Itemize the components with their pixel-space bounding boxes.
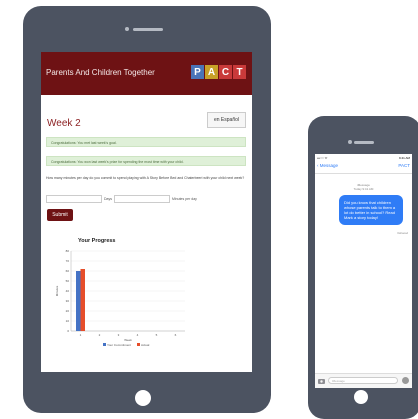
page-title: Week 2 bbox=[47, 118, 81, 129]
home-button[interactable] bbox=[135, 390, 151, 406]
status-time: 9:41 AM bbox=[398, 156, 410, 160]
message-bubble: Did you know that children whose parents… bbox=[339, 195, 403, 225]
y-tick-label: 0 bbox=[67, 329, 69, 333]
minutes-label: Minutes per day bbox=[171, 197, 197, 201]
message-input-bar: iMessage bbox=[315, 373, 412, 388]
pact-logo-letter: C bbox=[219, 65, 232, 79]
pact-logo-letter: P bbox=[191, 65, 204, 79]
chart-bar bbox=[80, 269, 85, 331]
prize-alert: Congratulations: You won last week's pri… bbox=[46, 156, 246, 166]
y-tick-label: 20 bbox=[66, 309, 70, 313]
home-button[interactable] bbox=[354, 390, 368, 404]
x-axis-label: Week bbox=[124, 338, 132, 342]
signal-indicator: •••○○ ᯤ bbox=[317, 156, 328, 160]
y-tick-label: 30 bbox=[66, 299, 70, 303]
y-tick-label: 40 bbox=[66, 289, 70, 293]
chart-bar bbox=[76, 271, 81, 331]
y-tick-label: 50 bbox=[66, 279, 70, 283]
message-time: Today 9:41 AM bbox=[353, 187, 374, 191]
x-tick-label: 6 bbox=[175, 333, 177, 337]
legend-label: Your Commitment bbox=[107, 343, 131, 347]
site-brand[interactable]: Parents And Children Together bbox=[46, 68, 155, 77]
microphone-icon[interactable] bbox=[402, 377, 409, 384]
submit-button[interactable]: Submit bbox=[47, 209, 73, 221]
site-header: Parents And Children Together P A C T bbox=[41, 52, 252, 95]
tablet-screen: Parents And Children Together P A C T We… bbox=[41, 52, 252, 372]
camera-icon[interactable] bbox=[318, 378, 325, 384]
phone-screen: •••○○ ᯤ 9:41 AM ‹ Message PACT iMessage … bbox=[315, 154, 412, 388]
x-tick-label: 1 bbox=[80, 333, 82, 337]
chart-title: Your Progress bbox=[78, 238, 116, 244]
camera-icon bbox=[125, 27, 129, 31]
x-tick-label: 3 bbox=[118, 333, 120, 337]
message-input[interactable]: iMessage bbox=[328, 377, 398, 384]
days-input[interactable] bbox=[46, 195, 102, 203]
goal-alert: Congratulations: You met last week's goa… bbox=[46, 137, 246, 147]
back-button[interactable]: ‹ Message bbox=[317, 163, 338, 168]
status-bar: •••○○ ᯤ 9:41 AM bbox=[317, 156, 410, 160]
camera-icon bbox=[348, 140, 352, 144]
y-tick-label: 70 bbox=[66, 259, 70, 263]
message-navbar: ‹ Message PACT bbox=[315, 161, 412, 174]
y-tick-label: 80 bbox=[66, 249, 70, 253]
y-tick-label: 60 bbox=[66, 269, 70, 273]
delivered-label: Delivered bbox=[397, 232, 408, 235]
legend-swatch bbox=[103, 343, 106, 346]
legend-label: Actual bbox=[141, 343, 150, 347]
message-timestamp: iMessage Today 9:41 AM bbox=[315, 183, 412, 191]
pact-logo[interactable]: P A C T bbox=[190, 65, 246, 79]
x-tick-label: 2 bbox=[99, 333, 101, 337]
phone-device: •••○○ ᯤ 9:41 AM ‹ Message PACT iMessage … bbox=[308, 116, 418, 419]
x-tick-label: 4 bbox=[137, 333, 139, 337]
speaker-grille bbox=[133, 28, 163, 31]
y-tick-label: 10 bbox=[66, 319, 70, 323]
pact-logo-letter: A bbox=[205, 65, 218, 79]
y-axis-label: Minutes bbox=[55, 285, 59, 296]
speaker-grille bbox=[354, 141, 374, 144]
espanol-button[interactable]: en Español bbox=[206, 112, 246, 128]
progress-chart: 0 10 20 30 40 50 60 70 80 1 2 3 4 5 6 Week Minutes Your C… bbox=[55, 249, 185, 347]
days-label: Days bbox=[104, 197, 112, 201]
minutes-input[interactable] bbox=[113, 195, 170, 203]
contact-name[interactable]: PACT bbox=[398, 163, 410, 168]
tablet-device: Parents And Children Together P A C T We… bbox=[23, 6, 271, 413]
x-tick-label: 5 bbox=[156, 333, 158, 337]
commitment-question: How many minutes per day do you commit t… bbox=[46, 176, 245, 180]
pact-logo-letter: T bbox=[233, 65, 246, 79]
commitment-fields: Days Minutes per day bbox=[46, 195, 197, 203]
legend-swatch bbox=[137, 343, 140, 346]
